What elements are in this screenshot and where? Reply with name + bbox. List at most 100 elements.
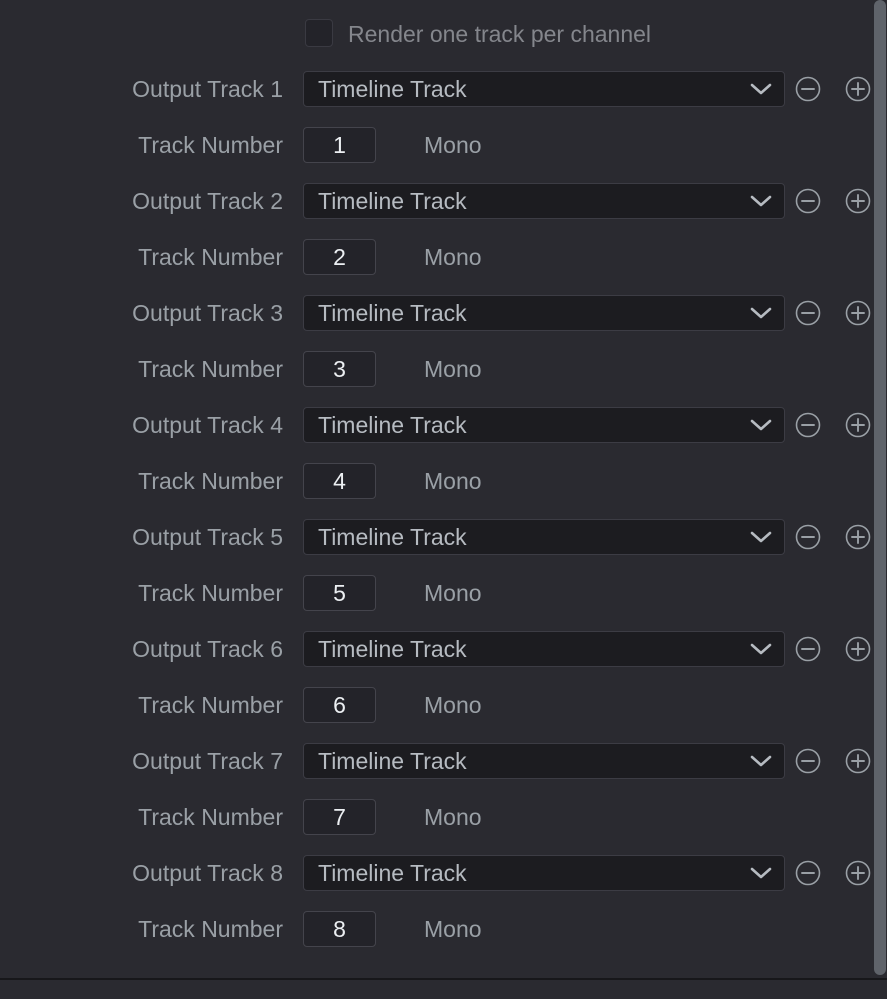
output-track-block: Output Track 7 Timeline Track Track Number…	[0, 738, 887, 850]
chevron-down-icon	[750, 744, 772, 778]
plus-circle-icon[interactable]	[844, 635, 872, 663]
output-track-source-dropdown[interactable]: Timeline Track	[303, 743, 785, 779]
track-number-input[interactable]: 2	[303, 239, 376, 275]
track-number-row: Track Number 5 Mono	[0, 570, 887, 616]
output-track-label: Output Track 7	[132, 748, 283, 774]
render-per-channel-row: Render one track per channel	[0, 14, 887, 54]
track-number-row: Track Number 8 Mono	[0, 906, 887, 952]
track-number-input[interactable]: 7	[303, 799, 376, 835]
chevron-down-icon	[750, 184, 772, 218]
output-track-block: Output Track 6 Timeline Track Track Number…	[0, 626, 887, 738]
output-track-source-value: Timeline Track	[318, 76, 467, 102]
minus-circle-icon[interactable]	[794, 299, 822, 327]
output-track-source-dropdown[interactable]: Timeline Track	[303, 519, 785, 555]
output-track-block: Output Track 4 Timeline Track Track Number…	[0, 402, 887, 514]
chevron-down-icon	[750, 856, 772, 890]
output-track-label: Output Track 1	[132, 76, 283, 102]
output-track-label: Output Track 8	[132, 860, 283, 886]
plus-circle-icon[interactable]	[844, 187, 872, 215]
output-track-block: Output Track 1 Timeline Track Track Number…	[0, 66, 887, 178]
track-number-input[interactable]: 3	[303, 351, 376, 387]
chevron-down-icon	[750, 408, 772, 442]
channel-format-label: Mono	[424, 244, 482, 270]
track-number-label: Track Number	[138, 916, 283, 942]
channel-format-label: Mono	[424, 356, 482, 382]
track-number-row: Track Number 6 Mono	[0, 682, 887, 728]
track-number-row: Track Number 1 Mono	[0, 122, 887, 168]
output-track-source-dropdown[interactable]: Timeline Track	[303, 855, 785, 891]
output-track-source-value: Timeline Track	[318, 748, 467, 774]
output-track-row: Output Track 4 Timeline Track	[0, 402, 887, 448]
track-number-row: Track Number 4 Mono	[0, 458, 887, 504]
plus-circle-icon[interactable]	[844, 859, 872, 887]
output-track-row: Output Track 5 Timeline Track	[0, 514, 887, 560]
vertical-scrollbar[interactable]	[873, 0, 887, 978]
panel-footer	[0, 980, 887, 999]
track-number-row: Track Number 3 Mono	[0, 346, 887, 392]
output-track-block: Output Track 2 Timeline Track Track Number…	[0, 178, 887, 290]
minus-circle-icon[interactable]	[794, 747, 822, 775]
channel-format-label: Mono	[424, 692, 482, 718]
plus-circle-icon[interactable]	[844, 299, 872, 327]
track-number-label: Track Number	[138, 244, 283, 270]
channel-format-label: Mono	[424, 916, 482, 942]
output-track-source-value: Timeline Track	[318, 524, 467, 550]
track-number-input[interactable]: 6	[303, 687, 376, 723]
output-track-source-dropdown[interactable]: Timeline Track	[303, 183, 785, 219]
output-track-source-dropdown[interactable]: Timeline Track	[303, 407, 785, 443]
output-track-row: Output Track 1 Timeline Track	[0, 66, 887, 112]
output-track-label: Output Track 3	[132, 300, 283, 326]
output-track-source-value: Timeline Track	[318, 412, 467, 438]
channel-format-label: Mono	[424, 580, 482, 606]
track-number-row: Track Number 7 Mono	[0, 794, 887, 840]
chevron-down-icon	[750, 632, 772, 666]
output-track-label: Output Track 2	[132, 188, 283, 214]
track-number-input[interactable]: 4	[303, 463, 376, 499]
output-track-label: Output Track 5	[132, 524, 283, 550]
output-track-source-dropdown[interactable]: Timeline Track	[303, 295, 785, 331]
chevron-down-icon	[750, 72, 772, 106]
render-per-channel-label: Render one track per channel	[348, 21, 652, 47]
minus-circle-icon[interactable]	[794, 859, 822, 887]
plus-circle-icon[interactable]	[844, 75, 872, 103]
output-track-source-value: Timeline Track	[318, 636, 467, 662]
plus-circle-icon[interactable]	[844, 523, 872, 551]
output-track-source-value: Timeline Track	[318, 188, 467, 214]
scrollbar-thumb[interactable]	[874, 0, 886, 975]
track-number-input[interactable]: 8	[303, 911, 376, 947]
output-track-block: Output Track 8 Timeline Track Track Number…	[0, 850, 887, 962]
checkbox-icon[interactable]	[305, 19, 333, 47]
minus-circle-icon[interactable]	[794, 75, 822, 103]
track-number-row: Track Number 2 Mono	[0, 234, 887, 280]
minus-circle-icon[interactable]	[794, 523, 822, 551]
output-track-row: Output Track 8 Timeline Track	[0, 850, 887, 896]
track-number-label: Track Number	[138, 692, 283, 718]
track-number-label: Track Number	[138, 356, 283, 382]
minus-circle-icon[interactable]	[794, 411, 822, 439]
track-number-label: Track Number	[138, 132, 283, 158]
channel-format-label: Mono	[424, 132, 482, 158]
track-number-input[interactable]: 5	[303, 575, 376, 611]
output-track-source-dropdown[interactable]: Timeline Track	[303, 71, 785, 107]
output-track-row: Output Track 3 Timeline Track	[0, 290, 887, 336]
track-number-label: Track Number	[138, 580, 283, 606]
output-track-label: Output Track 4	[132, 412, 283, 438]
plus-circle-icon[interactable]	[844, 411, 872, 439]
plus-circle-icon[interactable]	[844, 747, 872, 775]
track-number-label: Track Number	[138, 468, 283, 494]
track-number-label: Track Number	[138, 804, 283, 830]
minus-circle-icon[interactable]	[794, 187, 822, 215]
output-track-label: Output Track 6	[132, 636, 283, 662]
channel-format-label: Mono	[424, 804, 482, 830]
output-track-source-dropdown[interactable]: Timeline Track	[303, 631, 785, 667]
output-track-block: Output Track 5 Timeline Track Track Number…	[0, 514, 887, 626]
minus-circle-icon[interactable]	[794, 635, 822, 663]
output-track-source-value: Timeline Track	[318, 860, 467, 886]
track-number-input[interactable]: 1	[303, 127, 376, 163]
audio-output-track-settings-panel: Render one track per channel Output Trac…	[0, 0, 887, 978]
output-track-row: Output Track 6 Timeline Track	[0, 626, 887, 672]
chevron-down-icon	[750, 296, 772, 330]
channel-format-label: Mono	[424, 468, 482, 494]
output-track-row: Output Track 7 Timeline Track	[0, 738, 887, 784]
output-track-row: Output Track 2 Timeline Track	[0, 178, 887, 224]
